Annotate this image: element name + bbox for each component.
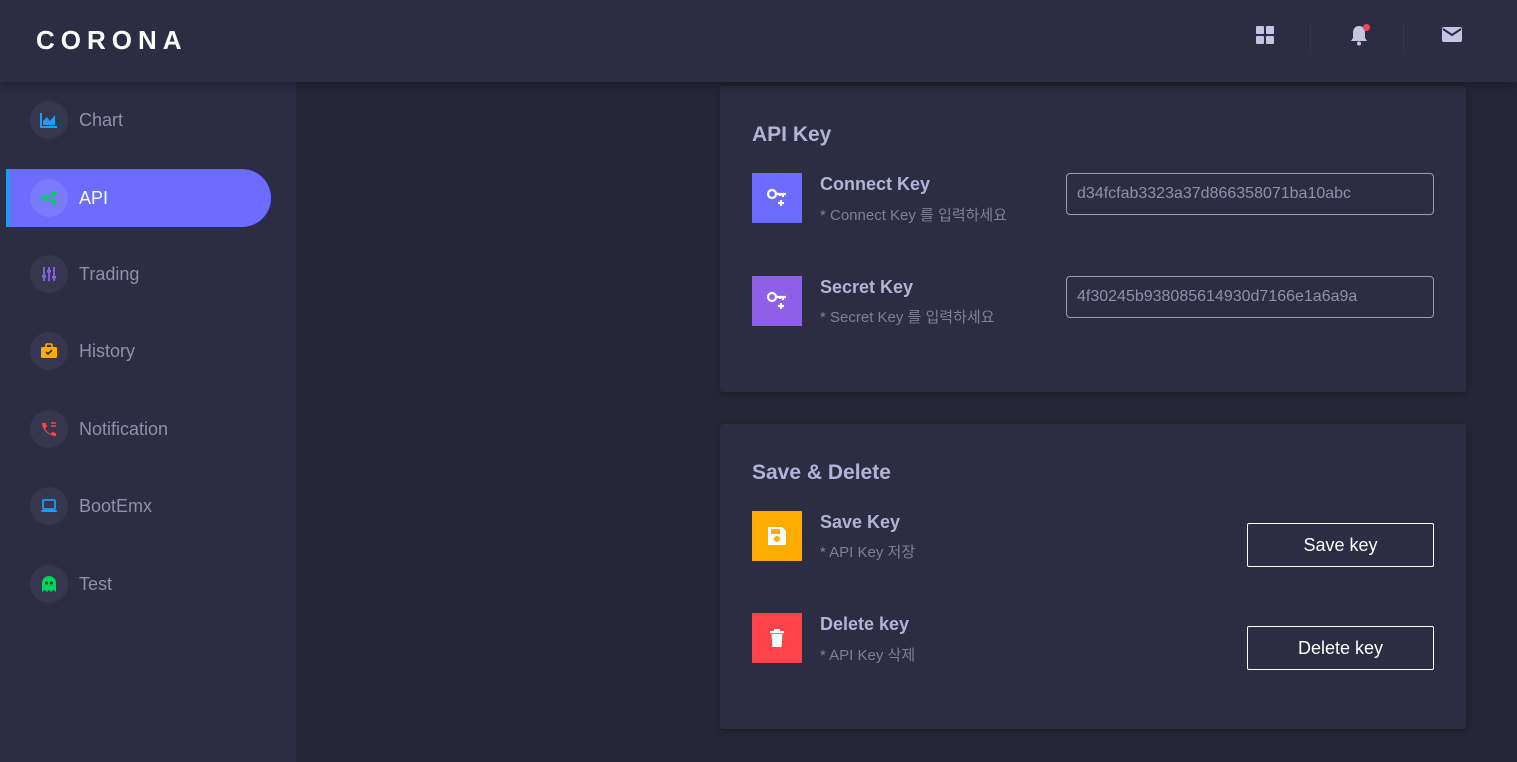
top-navbar: CORONA	[0, 0, 1517, 82]
navbar-divider	[1403, 24, 1404, 54]
sidebar-item-label: History	[79, 340, 136, 361]
sidebar-item-label: Trading	[79, 263, 140, 284]
bell-icon[interactable]	[1346, 22, 1372, 48]
sidebar-item-test[interactable]: Test	[6, 555, 271, 613]
sidebar-item-label: Chart	[79, 109, 124, 130]
notification-dot	[1363, 24, 1370, 31]
card-title: Save & Delete	[752, 461, 891, 484]
secret-key-hint: * Secret Key 를 입력하세요	[820, 309, 995, 326]
trash-icon	[752, 613, 802, 663]
navbar-divider	[1310, 24, 1311, 54]
connect-key-title: Connect Key	[820, 174, 931, 194]
api-key-card: API Key Connect Key * Connect Key 를 입력하세…	[720, 86, 1466, 392]
floppy-icon	[752, 511, 802, 561]
sidebar-item-label: Test	[79, 573, 113, 594]
save-key-button[interactable]: Save key	[1247, 523, 1434, 567]
key-plus-icon	[752, 276, 802, 326]
grid-icon[interactable]	[1252, 22, 1278, 48]
mail-icon[interactable]	[1439, 22, 1465, 48]
sidebar-item-trading[interactable]: Trading	[6, 245, 271, 303]
sidebar-item-notification[interactable]: Notification	[6, 400, 271, 458]
connect-key-input[interactable]	[1066, 173, 1434, 215]
sidebar-item-bootemx[interactable]: BootEmx	[6, 477, 271, 535]
save-delete-card: Save & Delete Save Key * API Key 저장 Save…	[720, 424, 1466, 729]
api-icon	[30, 179, 68, 217]
sidebar-item-chart[interactable]: Chart	[6, 91, 271, 149]
delete-key-button[interactable]: Delete key	[1247, 626, 1434, 670]
chart-icon	[30, 101, 68, 139]
briefcase-icon	[30, 332, 68, 370]
key-plus-icon	[752, 173, 802, 223]
save-key-hint: * API Key 저장	[820, 544, 916, 561]
delete-key-title: Delete key	[820, 614, 910, 634]
laptop-icon	[30, 487, 68, 525]
sliders-icon	[30, 255, 68, 293]
brand-logo[interactable]: CORONA	[36, 25, 188, 56]
connect-key-hint: * Connect Key 를 입력하세요	[820, 207, 1008, 224]
sidebar-item-label: Notification	[79, 418, 169, 439]
sidebar-item-api[interactable]: API	[6, 169, 271, 227]
secret-key-title: Secret Key	[820, 277, 914, 297]
sidebar-item-label: BootEmx	[79, 495, 153, 516]
sidebar-item-history[interactable]: History	[6, 322, 271, 380]
sidebar: Chart API Trading History Notification B…	[0, 82, 296, 762]
sidebar-item-label: API	[79, 187, 109, 208]
delete-key-hint: * API Key 삭제	[820, 647, 916, 664]
secret-key-input[interactable]	[1066, 276, 1434, 318]
save-key-title: Save Key	[820, 512, 901, 532]
card-title: API Key	[752, 123, 832, 146]
phone-icon	[30, 410, 68, 448]
ghost-icon	[30, 565, 68, 603]
